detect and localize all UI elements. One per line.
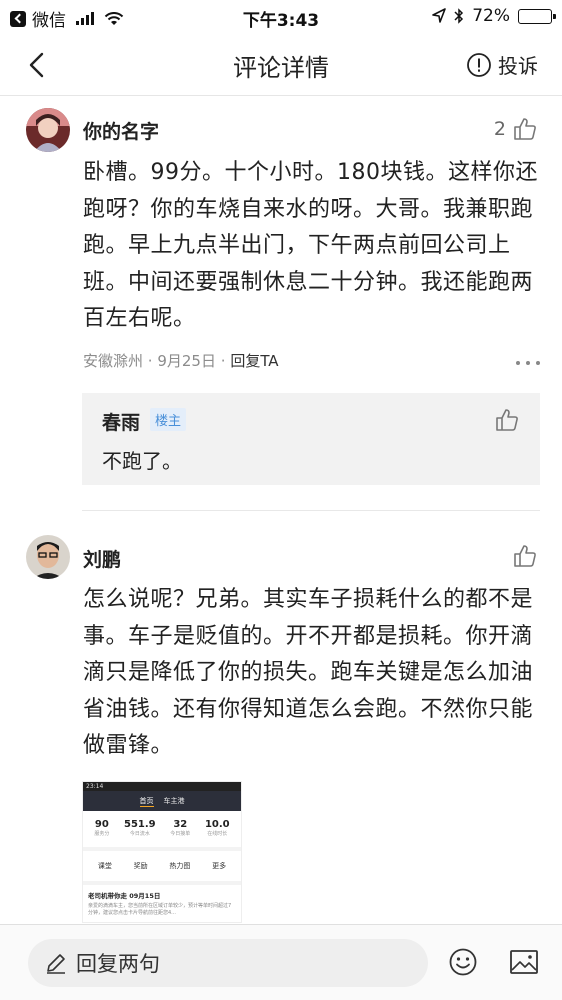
- comment-divider: [82, 510, 540, 511]
- attachment-link: 奖励: [133, 862, 148, 870]
- like-count: 2: [493, 118, 506, 140]
- attachment-news: 老司机带你走 09月15日 亲爱的滴滴车主，您当前所在区域订单较少，预计等单时间…: [83, 881, 241, 922]
- avatar[interactable]: [26, 535, 70, 579]
- attachment-tab: 车主港: [163, 797, 185, 805]
- bluetooth-icon: [454, 8, 464, 24]
- reply-input[interactable]: 回复两句: [28, 939, 428, 987]
- bottom-bar: 回复两句: [0, 924, 562, 1000]
- attachment-news-text: 亲爱的滴滴车主，您当前所在区域订单较少，预计等单时间超过7分钟，建议您点击卡片导…: [88, 903, 232, 916]
- attachment-news-title: 老司机带你走 09月15日: [88, 892, 161, 900]
- battery-percent: 72%: [472, 6, 510, 26]
- battery-icon: [518, 8, 556, 24]
- author-badge: 楼主: [150, 408, 187, 431]
- reply-thread: 春雨 楼主 不跑了。: [82, 393, 540, 485]
- reply-text: 不跑了。: [102, 449, 182, 473]
- comment-username[interactable]: 刘鹏: [83, 545, 121, 572]
- avatar[interactable]: [26, 108, 70, 152]
- more-options-icon[interactable]: [516, 361, 540, 367]
- nav-bar: 评论详情 投诉: [0, 34, 562, 96]
- comment-text: 卧槽。99分。十个小时。180块钱。这样你还跑呀？你的车烧自来水的呀。大哥。我兼…: [83, 160, 538, 331]
- attachment-header: 首页 车主港: [83, 791, 241, 811]
- pencil-icon: [47, 954, 65, 974]
- comment-text: 怎么说呢？兄弟。其实车子损耗什么的都不是事。车子是贬值的。开不开都是损耗。你开滴…: [83, 587, 534, 758]
- emoji-icon[interactable]: [448, 947, 478, 977]
- attachment-stat: 90 服务分: [94, 819, 110, 837]
- attachment-links: 课堂 奖励 热力图 更多: [83, 847, 241, 881]
- report-label: 投诉: [498, 54, 538, 78]
- report-button[interactable]: 投诉: [466, 50, 538, 79]
- image-icon[interactable]: [509, 948, 539, 976]
- comment-date: 9月25日: [157, 352, 216, 370]
- attachment-link: 更多: [212, 862, 227, 870]
- exclamation-circle-icon: [467, 52, 491, 77]
- thumbs-up-icon: [514, 118, 536, 140]
- thumbs-up-icon[interactable]: [494, 407, 520, 433]
- attachment-stat: 10.0 在线时长: [204, 819, 230, 837]
- attachment-link: 课堂: [97, 862, 112, 870]
- comment-location: 安徽滁州: [83, 352, 144, 370]
- reply-input-placeholder: 回复两句: [76, 952, 160, 976]
- like-button[interactable]: 2: [494, 116, 538, 142]
- like-button[interactable]: [506, 543, 538, 569]
- attachment-stat: 551.9 今日流水: [124, 819, 156, 837]
- attachment-tab: 首页: [139, 796, 154, 807]
- location-arrow-icon: [432, 8, 447, 23]
- attachment-stats: 90 服务分 551.9 今日流水 32 今日接单 10.0 在线时长: [83, 811, 241, 839]
- attached-image[interactable]: 23:14 首页 车主港 90 服务分 551.9 今日流水 32 今日接单 1…: [82, 781, 242, 923]
- thumbs-up-icon: [514, 545, 536, 567]
- reply-link[interactable]: 回复TA: [230, 352, 278, 370]
- comment-meta: 安徽滁州 · 9月25日 · 回复TA: [83, 352, 279, 370]
- attachment-link: 热力图: [169, 862, 191, 870]
- comment-username[interactable]: 你的名字: [83, 117, 159, 144]
- reply-username[interactable]: 春雨: [102, 408, 140, 435]
- status-bar: 微信 下午3:43 72%: [0, 0, 562, 34]
- attachment-status-time: 23:14: [83, 782, 241, 791]
- attachment-stat: 32 今日接单: [170, 819, 191, 837]
